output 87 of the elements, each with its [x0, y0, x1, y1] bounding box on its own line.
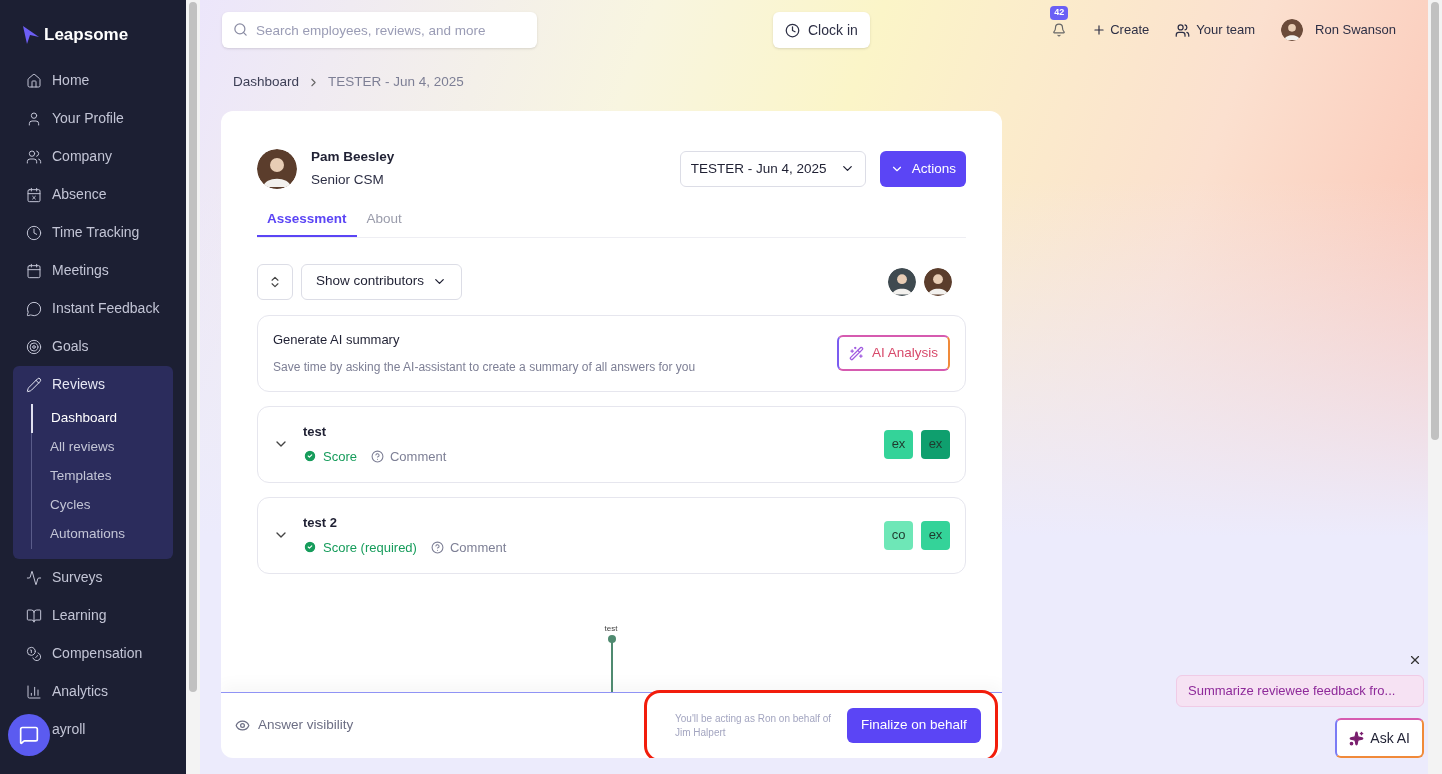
ai-summary-description: Save time by asking the AI-assistant to create a summary of all answers for you: [273, 358, 696, 376]
nav-item[interactable]: Reviews: [13, 365, 173, 404]
avatar: [1281, 19, 1304, 41]
ai-analysis-button[interactable]: AI Analysis: [836, 335, 950, 371]
check-icon: [303, 540, 317, 555]
chat-icon: [19, 725, 39, 745]
check-icon: [303, 449, 317, 464]
nav-item[interactable]: Learning: [0, 596, 186, 635]
subnav-item[interactable]: Templates: [32, 461, 173, 491]
logo-icon: [22, 24, 40, 45]
nav-item[interactable]: Analytics: [0, 672, 186, 711]
coins-icon: [26, 645, 42, 662]
behalf-note: You'll be acting as Ron on behalf of Jim Halpert: [675, 711, 833, 740]
breadcrumb-link[interactable]: Dashboard: [233, 71, 300, 93]
nav-item[interactable]: Home: [0, 61, 186, 100]
answer-visibility-button[interactable]: Answer visibility: [235, 715, 354, 736]
question-title: test: [303, 423, 328, 441]
sparkle-icon: [1349, 730, 1365, 746]
chart-label: test: [604, 623, 618, 635]
avatar: [257, 148, 297, 189]
your-team-button[interactable]: Your team: [1175, 20, 1256, 40]
nav-item[interactable]: Time Tracking: [0, 213, 186, 252]
house-icon: [26, 72, 42, 89]
nav-item[interactable]: Goals: [0, 327, 186, 366]
score-status: Score: [303, 446, 357, 466]
people-icon: [26, 148, 42, 165]
chat-bubble-icon: [26, 300, 42, 317]
subnav-item[interactable]: Automations: [32, 519, 173, 549]
employee-role: Senior CSM: [311, 171, 385, 190]
search-field[interactable]: Search employees, reviews, and more: [222, 12, 537, 48]
question-title: test 2: [303, 514, 338, 532]
breadcrumb-current: TESTER - Jun 4, 2025: [328, 72, 464, 91]
ask-ai-button[interactable]: Ask AI: [1335, 718, 1424, 758]
lollipop-drawing: [607, 635, 616, 692]
user-name[interactable]: Ron Swanson: [1315, 20, 1396, 40]
target-icon: [26, 338, 42, 355]
people-icon: [1175, 22, 1191, 38]
comment-status: Comment: [370, 446, 447, 466]
avatar: [924, 267, 952, 296]
bell-icon[interactable]: [1052, 23, 1067, 37]
plus-icon: [1092, 23, 1107, 37]
tab[interactable]: Assessment: [257, 204, 357, 237]
create-button[interactable]: Create: [1092, 20, 1150, 40]
ai-summary-title: Generate AI summary: [273, 331, 401, 350]
eye-icon: [235, 718, 250, 733]
brand-name: Leapsome: [44, 24, 129, 46]
nav-item[interactable]: Compensation: [0, 634, 186, 673]
avatar: [888, 267, 916, 296]
book-icon: [26, 607, 42, 624]
search-icon: [233, 22, 248, 37]
pencil-icon: [26, 376, 42, 393]
contributor-tag: co: [884, 520, 913, 550]
pulse-icon: [26, 569, 42, 586]
person-icon: [26, 110, 42, 127]
clock-in-button[interactable]: Clock in: [773, 12, 870, 48]
nav-item[interactable]: ayroll: [0, 710, 186, 749]
subnav-item[interactable]: Dashboard: [31, 403, 173, 433]
subnav-item[interactable]: Cycles: [32, 490, 173, 520]
suggestion-chip[interactable]: Summarize reviewee feedback fro...: [1176, 675, 1424, 707]
calendar-icon: [26, 186, 42, 203]
score-status: Score (required): [303, 537, 417, 557]
contributor-tag: ex: [921, 429, 950, 459]
cycle-dropdown[interactable]: TESTER - Jun 4, 2025: [679, 150, 866, 187]
bar-chart-icon: [26, 683, 42, 700]
nav-item[interactable]: Absence: [0, 175, 186, 214]
clock-icon: [785, 22, 800, 38]
finalize-button[interactable]: Finalize on behalf: [847, 708, 981, 743]
contributor-tag: ex: [884, 429, 913, 459]
magic-wand-icon: [848, 345, 864, 361]
comment-status: Comment: [430, 537, 507, 557]
notification-badge: 42: [1050, 6, 1069, 20]
chat-launcher[interactable]: [8, 714, 50, 756]
calendar-icon: [26, 262, 42, 279]
contributor-tag: ex: [921, 520, 950, 550]
clock-icon: [26, 224, 42, 241]
nav-item[interactable]: Company: [0, 137, 186, 176]
employee-name: Pam Beesley: [311, 148, 395, 166]
contributors-dropdown[interactable]: Show contributors: [301, 263, 463, 300]
nav-item[interactable]: Meetings: [0, 251, 186, 290]
question-icon: [430, 540, 444, 554]
question-icon: [370, 449, 384, 463]
nav-item[interactable]: Instant Feedback: [0, 289, 186, 328]
actions-button[interactable]: Actions: [879, 150, 966, 187]
nav-item[interactable]: Your Profile: [0, 99, 186, 138]
subnav-item[interactable]: All reviews: [32, 432, 173, 462]
close-icon[interactable]: [1408, 653, 1422, 667]
nav-item[interactable]: Surveys: [0, 558, 186, 597]
